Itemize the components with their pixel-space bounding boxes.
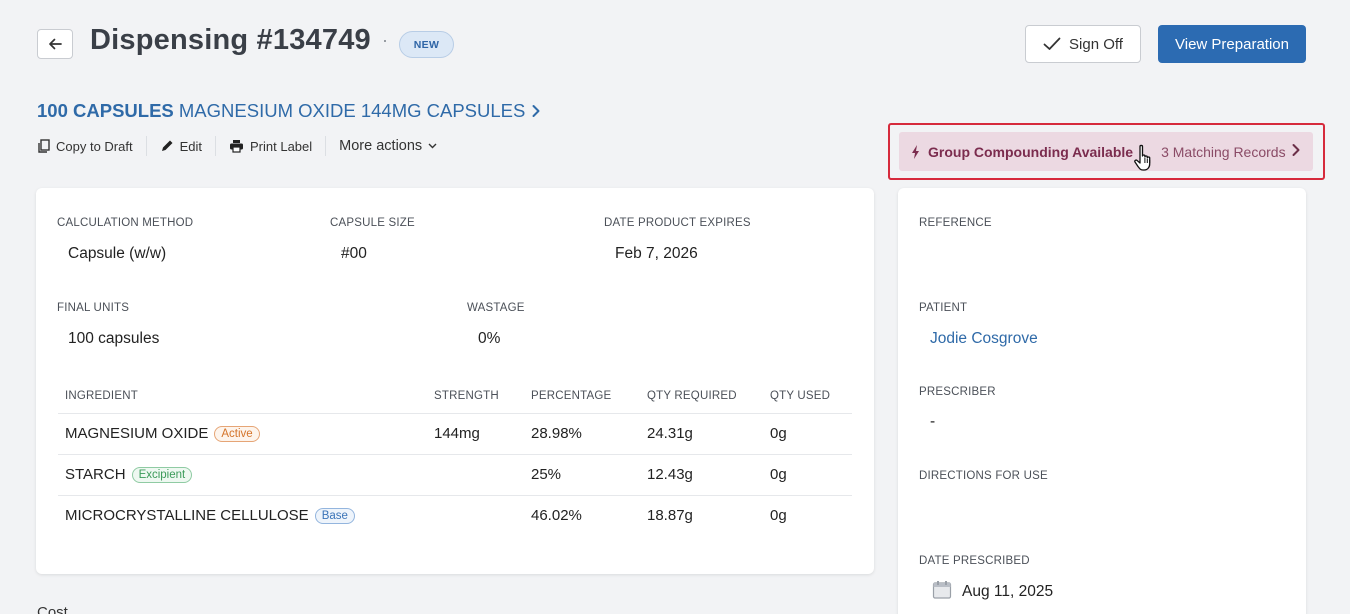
active-tag: Active	[214, 426, 260, 442]
product-name: MAGNESIUM OXIDE 144MG CAPSULES	[178, 100, 526, 121]
qty-used-column-header: QTY USED	[770, 390, 831, 402]
back-button[interactable]	[37, 29, 73, 59]
ingredient-qty-required: 24.31g	[647, 425, 693, 442]
sign-off-label: Sign Off	[1069, 35, 1123, 53]
prescriber-label: PRESCRIBER	[919, 386, 996, 398]
qty-required-column-header: QTY REQUIRED	[647, 390, 737, 402]
prescriber-value: -	[930, 413, 936, 430]
print-label-label: Print Label	[250, 138, 313, 154]
status-badge: NEW	[399, 31, 454, 58]
title-separator: ·	[382, 30, 388, 50]
wastage-label: WASTAGE	[467, 302, 525, 314]
ingredient-name: STARCH Excipient	[65, 466, 193, 483]
date-expires-label: DATE PRODUCT EXPIRES	[604, 217, 751, 229]
view-preparation-button[interactable]: View Preparation	[1158, 25, 1306, 63]
copy-to-draft-label: Copy to Draft	[56, 138, 133, 154]
ingredient-percentage: 46.02%	[531, 507, 582, 524]
ingredient-percentage: 28.98%	[531, 425, 582, 442]
checkmark-icon	[1043, 37, 1061, 50]
ingredient-qty-required: 18.87g	[647, 507, 693, 524]
patient-link[interactable]: Jodie Cosgrove	[930, 330, 1038, 348]
percentage-column-header: PERCENTAGE	[531, 390, 612, 402]
ingredient-qty-used: 0g	[770, 466, 787, 483]
copy-to-draft-button[interactable]: Copy to Draft	[37, 136, 147, 156]
directions-label: DIRECTIONS FOR USE	[919, 470, 1048, 482]
calendar-icon	[932, 580, 952, 605]
excipient-tag: Excipient	[131, 467, 193, 483]
ingredient-name: MAGNESIUM OXIDE Active	[65, 425, 260, 442]
chevron-down-icon	[428, 143, 437, 149]
ingredient-qty-used: 0g	[770, 507, 787, 524]
capsule-size-value: #00	[341, 245, 367, 262]
arrow-left-icon	[49, 38, 62, 50]
prescription-info-card	[898, 188, 1306, 614]
chevron-right-icon	[1292, 144, 1300, 156]
reference-label: REFERENCE	[919, 217, 992, 229]
ingredient-qty-required: 12.43g	[647, 466, 693, 483]
group-compounding-banner[interactable]: Group Compounding Available 3 Matching R…	[899, 132, 1313, 171]
hand-pointer-icon	[1134, 144, 1151, 171]
ingredient-name: MICROCRYSTALLINE CELLULOSE Base	[65, 507, 355, 524]
table-divider	[58, 413, 852, 414]
page-title: Dispensing #134749	[90, 24, 371, 56]
ingredient-column-header: INGREDIENT	[65, 390, 138, 402]
date-prescribed-value: Aug 11, 2025	[962, 583, 1054, 600]
cost-section-heading: Cost	[37, 604, 68, 614]
table-divider	[58, 495, 852, 496]
date-prescribed-label: DATE PRESCRIBED	[919, 555, 1030, 567]
action-bar: Copy to Draft Edit Print Label More acti…	[37, 136, 450, 156]
edit-button[interactable]: Edit	[147, 136, 216, 156]
patient-label: PATIENT	[919, 302, 968, 314]
final-units-label: FINAL UNITS	[57, 302, 130, 314]
copy-icon	[38, 139, 50, 153]
calculation-method-label: CALCULATION METHOD	[57, 217, 194, 229]
wastage-value: 0%	[478, 330, 501, 347]
edit-label: Edit	[179, 138, 202, 154]
ingredient-percentage: 25%	[531, 466, 562, 483]
print-label-button[interactable]: Print Label	[216, 136, 327, 156]
group-compounding-label: Group Compounding Available	[928, 143, 1134, 160]
capsule-size-label: CAPSULE SIZE	[330, 217, 415, 229]
printer-icon	[230, 140, 243, 153]
sign-off-button[interactable]: Sign Off	[1025, 25, 1141, 63]
table-divider	[58, 454, 852, 455]
group-compounding-highlight: Group Compounding Available 3 Matching R…	[888, 123, 1325, 180]
product-quantity: 100 CAPSULES	[37, 100, 174, 121]
calculation-method-value: Capsule (w/w)	[68, 245, 167, 262]
final-units-value: 100 capsules	[68, 330, 160, 347]
base-tag: Base	[314, 508, 355, 524]
product-link[interactable]: 100 CAPSULES MAGNESIUM OXIDE 144MG CAPSU…	[37, 100, 541, 122]
chevron-right-icon	[532, 105, 540, 117]
matching-records-count: 3 Matching Records	[1161, 143, 1286, 160]
ingredient-qty-used: 0g	[770, 425, 787, 442]
ingredient-strength: 144mg	[434, 425, 480, 442]
strength-column-header: STRENGTH	[434, 390, 499, 402]
date-expires-value: Feb 7, 2026	[615, 245, 698, 262]
more-actions-dropdown[interactable]: More actions	[326, 136, 450, 156]
more-actions-label: More actions	[339, 138, 423, 154]
pencil-icon	[161, 140, 173, 151]
lightning-icon	[912, 144, 919, 159]
